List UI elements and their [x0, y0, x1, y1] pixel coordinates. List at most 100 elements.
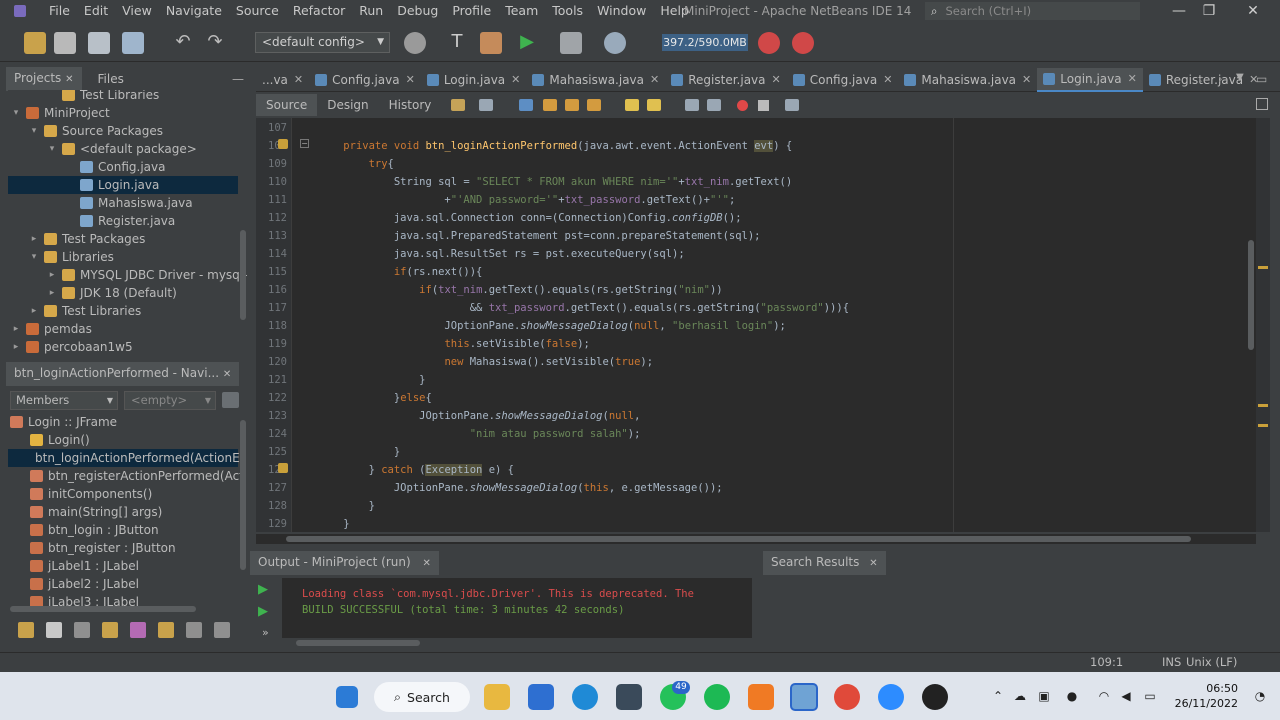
microphone-icon[interactable]: ●: [1064, 689, 1080, 703]
store-icon[interactable]: [528, 684, 554, 710]
tree-item[interactable]: Config.java: [8, 158, 165, 176]
chevron-right-icon[interactable]: ▸: [28, 230, 40, 248]
undo-icon[interactable]: ↶: [172, 32, 194, 54]
config-combo[interactable]: <default config> ▼: [255, 32, 390, 53]
debug-icon[interactable]: [560, 32, 582, 54]
rerun-icon[interactable]: ▶: [258, 582, 268, 597]
navigator-item[interactable]: btn_register : JButton: [8, 539, 176, 557]
open-project-icon[interactable]: [88, 32, 110, 54]
stop-macro-icon[interactable]: [758, 99, 770, 111]
volume-icon[interactable]: ◀: [1118, 689, 1134, 703]
navigator-scrollbar[interactable]: [240, 420, 246, 570]
tree-item[interactable]: Login.java: [8, 176, 238, 194]
menu-refactor[interactable]: Refactor: [286, 0, 352, 22]
menu-file[interactable]: File: [42, 0, 77, 22]
menu-debug[interactable]: Debug: [390, 0, 445, 22]
windows-start-icon[interactable]: [336, 686, 358, 708]
maximize-editor-icon[interactable]: ▭: [1256, 72, 1267, 86]
tree-item[interactable]: Mahasiswa.java: [8, 194, 193, 212]
fqn-icon[interactable]: [186, 622, 202, 638]
menu-source[interactable]: Source: [229, 0, 286, 22]
navigator-item[interactable]: btn_registerActionPerformed(Action: [8, 467, 240, 485]
more-icon[interactable]: »: [262, 626, 269, 639]
redo-icon[interactable]: ↷: [204, 32, 226, 54]
navigator-item[interactable]: btn_login : JButton: [8, 521, 159, 539]
tree-item[interactable]: ▸ JDK 18 (Default): [8, 284, 177, 302]
close-icon[interactable]: ✕: [65, 74, 73, 85]
cloud-icon[interactable]: ☁: [1012, 689, 1028, 703]
tree-item[interactable]: ▸ pemdas: [8, 320, 92, 338]
close-icon[interactable]: ✕: [1128, 72, 1137, 85]
chevron-up-icon[interactable]: ⌃: [990, 689, 1006, 703]
editor-tab[interactable]: Register.java ✕: [1143, 68, 1264, 92]
chevron-down-icon[interactable]: ▾: [46, 140, 58, 158]
clean-build-icon[interactable]: T: [446, 32, 468, 54]
stop-icon[interactable]: [46, 622, 62, 638]
navigator-item[interactable]: Login(): [8, 431, 90, 449]
menu-navigate[interactable]: Navigate: [159, 0, 229, 22]
chevron-right-icon[interactable]: ▸: [46, 284, 58, 302]
menu-view[interactable]: View: [115, 0, 159, 22]
close-icon[interactable]: ✕: [406, 73, 415, 86]
shift-left-icon[interactable]: [685, 99, 700, 111]
editor-tab[interactable]: ...va ✕: [256, 68, 309, 92]
navigator-item[interactable]: main(String[] args): [8, 503, 162, 521]
chevron-down-icon[interactable]: ▾: [28, 122, 40, 140]
chevron-right-icon[interactable]: ▸: [28, 302, 40, 320]
navigator-item[interactable]: Login :: JFrame: [8, 413, 117, 431]
chevron-right-icon[interactable]: ▸: [10, 338, 22, 356]
new-file-icon[interactable]: [54, 32, 76, 54]
xampp-icon[interactable]: [748, 684, 774, 710]
inherit-icon[interactable]: [130, 622, 146, 638]
navigator-item[interactable]: jLabel1 : JLabel: [8, 557, 139, 575]
close-icon[interactable]: ✕: [869, 558, 877, 569]
field-icon[interactable]: [74, 622, 90, 638]
tab-search-results[interactable]: Search Results ✕: [763, 551, 886, 575]
memory-indicator[interactable]: 397.2/590.0MB: [662, 34, 748, 51]
menu-edit[interactable]: Edit: [77, 0, 115, 22]
editor-tab[interactable]: Login.java ✕: [1037, 67, 1143, 92]
editor-tab[interactable]: Mahasiswa.java ✕: [526, 68, 665, 92]
back-icon[interactable]: [451, 99, 466, 111]
edge-icon[interactable]: [572, 684, 598, 710]
tree-scrollbar[interactable]: [240, 230, 246, 320]
close-button[interactable]: ✕: [1238, 0, 1268, 22]
search-icon[interactable]: [519, 99, 534, 111]
comment-icon[interactable]: [625, 99, 640, 111]
history-tab[interactable]: History: [379, 94, 442, 116]
navigator-item[interactable]: btn_loginActionPerformed(ActionEv: [8, 449, 240, 467]
profiler-icon[interactable]: [792, 32, 814, 54]
close-icon[interactable]: ✕: [294, 73, 303, 86]
tree-item[interactable]: Register.java: [8, 212, 175, 230]
menu-tools[interactable]: Tools: [545, 0, 590, 22]
filter-icon[interactable]: [222, 392, 239, 408]
navigator-item[interactable]: jLabel3 : JLabel: [8, 593, 139, 606]
system-clock[interactable]: 06:50 26/11/2022: [1172, 681, 1238, 711]
navigator-hscrollbar[interactable]: [10, 606, 196, 612]
chrome-icon[interactable]: [834, 684, 860, 710]
find-prev-icon[interactable]: [543, 99, 558, 111]
tab-list-icon[interactable]: ▼: [1236, 72, 1244, 83]
output-vscroll[interactable]: [752, 578, 760, 638]
minimize-button[interactable]: —: [1164, 0, 1194, 22]
netbeans-icon[interactable]: [790, 683, 818, 711]
close-icon[interactable]: ✕: [1022, 73, 1031, 86]
tab-navigator[interactable]: btn_loginActionPerformed - Navi... ✕: [6, 362, 240, 386]
taskbar-search[interactable]: ⌕ Search: [374, 682, 470, 712]
code-vscrollbar[interactable]: [1248, 240, 1254, 350]
close-icon[interactable]: ✕: [772, 73, 781, 86]
split-editor-icon[interactable]: [1256, 98, 1268, 110]
tree-item[interactable]: ▸ Test Packages: [8, 230, 146, 248]
record-macro-icon[interactable]: [737, 99, 749, 111]
tab-output[interactable]: Output - MiniProject (run) ✕: [250, 551, 439, 575]
close-icon[interactable]: ✕: [883, 73, 892, 86]
javadoc-icon[interactable]: [214, 622, 230, 638]
highlight-icon[interactable]: [587, 99, 602, 111]
close-icon[interactable]: ✕: [650, 73, 659, 86]
wifi-icon[interactable]: ◠: [1096, 689, 1112, 703]
members-combo[interactable]: Members ▼: [10, 391, 118, 410]
chevron-right-icon[interactable]: ▸: [10, 320, 22, 338]
lock-icon[interactable]: [102, 622, 118, 638]
run-icon[interactable]: ▶: [516, 32, 538, 54]
file-explorer-icon[interactable]: [484, 684, 510, 710]
